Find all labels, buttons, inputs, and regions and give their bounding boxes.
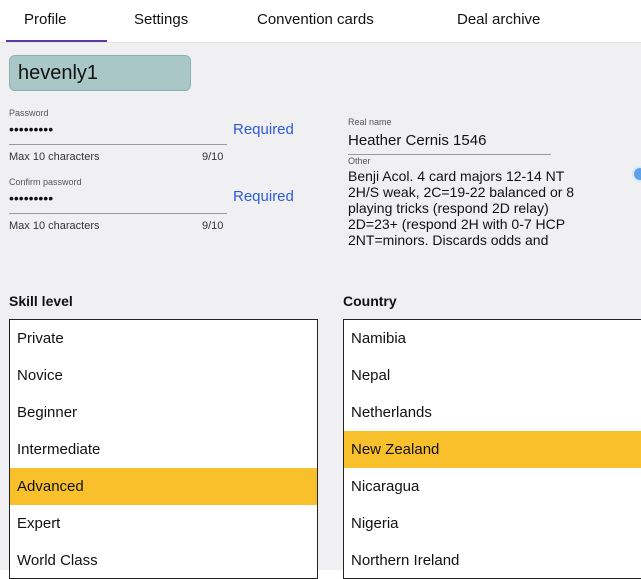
real-name-underline bbox=[348, 154, 551, 155]
confirm-password-input[interactable]: ••••••••• bbox=[9, 190, 53, 206]
country-option-nicaragua[interactable]: Nicaragua bbox=[344, 468, 641, 505]
confirm-password-counter: 9/10 bbox=[202, 220, 224, 232]
skill-option-world-class[interactable]: World Class bbox=[10, 542, 317, 578]
tab-bar: Profile Settings Convention cards Deal a… bbox=[0, 0, 641, 43]
tab-profile[interactable]: Profile bbox=[24, 11, 67, 28]
skill-option-beginner[interactable]: Beginner bbox=[10, 394, 317, 431]
other-label: Other bbox=[348, 156, 371, 166]
password-label: Password bbox=[9, 108, 49, 118]
other-textarea[interactable]: Benji Acol. 4 card majors 12-14 NT 2H/S … bbox=[348, 168, 641, 248]
password-counter: 9/10 bbox=[202, 151, 224, 163]
tab-convention-cards[interactable]: Convention cards bbox=[257, 11, 374, 28]
tab-settings[interactable]: Settings bbox=[134, 11, 188, 28]
skill-option-private[interactable]: Private bbox=[10, 320, 317, 357]
password-input[interactable]: ••••••••• bbox=[9, 121, 53, 137]
country-title: Country bbox=[343, 293, 397, 309]
country-option-nigeria[interactable]: Nigeria bbox=[344, 505, 641, 542]
text-scroll-handle[interactable] bbox=[632, 166, 641, 182]
skill-option-advanced[interactable]: Advanced bbox=[10, 468, 317, 505]
username-field[interactable]: hevenly1 bbox=[9, 55, 191, 91]
country-list: Namibia Nepal Netherlands New Zealand Ni… bbox=[343, 319, 641, 579]
confirm-password-required-status: Required bbox=[233, 188, 294, 205]
real-name-label: Real name bbox=[348, 117, 392, 127]
confirm-password-underline bbox=[9, 213, 227, 214]
confirm-password-label: Confirm password bbox=[9, 177, 82, 187]
active-tab-indicator bbox=[6, 40, 107, 42]
skill-option-intermediate[interactable]: Intermediate bbox=[10, 431, 317, 468]
skill-level-title: Skill level bbox=[9, 293, 73, 309]
country-option-nepal[interactable]: Nepal bbox=[344, 357, 641, 394]
country-option-namibia[interactable]: Namibia bbox=[344, 320, 641, 357]
password-required-status: Required bbox=[233, 121, 294, 138]
tab-deal-archive[interactable]: Deal archive bbox=[457, 11, 540, 28]
skill-option-expert[interactable]: Expert bbox=[10, 505, 317, 542]
country-option-netherlands[interactable]: Netherlands bbox=[344, 394, 641, 431]
country-option-northern-ireland[interactable]: Northern Ireland bbox=[344, 542, 641, 578]
country-option-new-zealand[interactable]: New Zealand bbox=[344, 431, 641, 468]
confirm-password-hint: Max 10 characters bbox=[9, 220, 100, 232]
skill-option-novice[interactable]: Novice bbox=[10, 357, 317, 394]
skill-level-list: Private Novice Beginner Intermediate Adv… bbox=[9, 319, 318, 579]
password-underline bbox=[9, 144, 227, 145]
password-hint: Max 10 characters bbox=[9, 151, 100, 163]
real-name-input[interactable]: Heather Cernis 1546 bbox=[348, 132, 486, 149]
